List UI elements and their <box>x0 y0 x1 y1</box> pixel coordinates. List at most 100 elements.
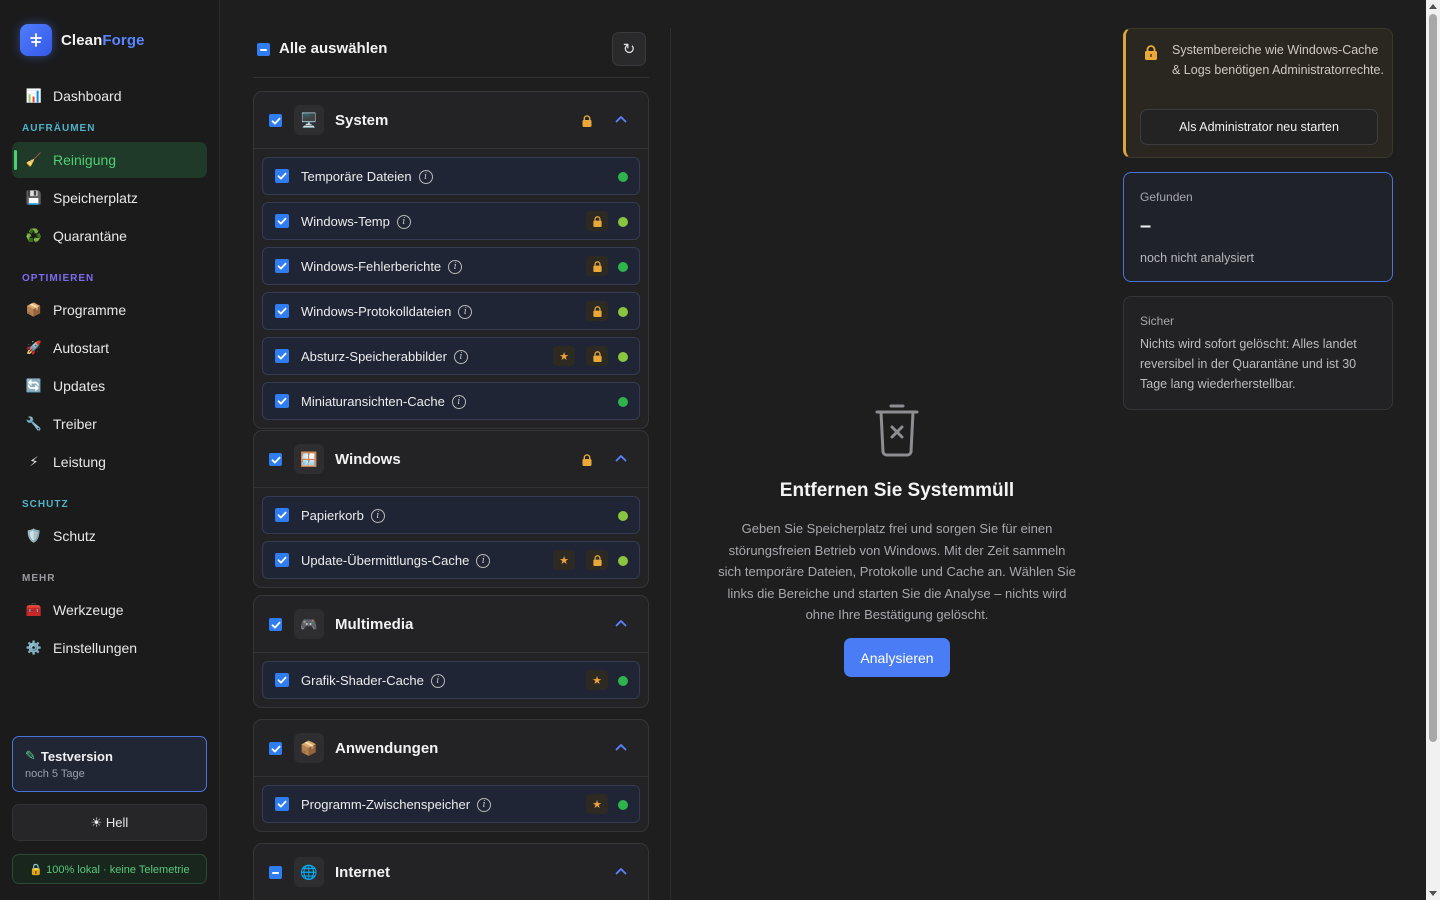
item-checkbox[interactable] <box>275 169 289 183</box>
group-checkbox[interactable] <box>269 866 282 879</box>
cleanup-item[interactable]: Update-Übermittlungs-Cache i ★ <box>262 541 640 579</box>
chevron-up-icon[interactable] <box>614 451 628 465</box>
group-header[interactable]: 🌐 Internet <box>254 844 648 900</box>
sidebar-section-label: OPTIMIEREN <box>22 273 95 284</box>
cleanup-item[interactable]: Absturz-Speicherabbilder i ★ <box>262 337 640 375</box>
info-icon[interactable]: i <box>396 214 411 229</box>
chevron-up-icon[interactable] <box>614 864 628 878</box>
theme-toggle-button[interactable]: ☀ Hell <box>12 804 207 841</box>
sidebar-item-autostart[interactable]: 🚀 Autostart <box>12 330 207 366</box>
info-icon[interactable]: i <box>476 553 491 568</box>
info-icon[interactable]: i <box>448 259 463 274</box>
info-icon[interactable]: i <box>418 169 433 184</box>
item-checkbox[interactable] <box>275 214 289 228</box>
sidebar-item-programme[interactable]: 📦 Programme <box>12 292 207 328</box>
analyze-button[interactable]: Analysieren <box>844 638 950 677</box>
status-dot <box>618 262 628 272</box>
group-header[interactable]: 🎮 Multimedia <box>254 596 648 653</box>
item-label-text: Absturz-Speicherabbilder <box>301 349 447 364</box>
star-icon: ★ <box>553 550 575 570</box>
item-checkbox[interactable] <box>275 349 289 363</box>
select-all-label[interactable]: Alle auswählen <box>279 40 387 57</box>
item-checkbox[interactable] <box>275 797 289 811</box>
floppy-icon: 💾 <box>25 190 43 205</box>
group-header[interactable]: 🪟 Windows <box>254 431 648 488</box>
lock-icon <box>581 115 593 127</box>
rocket-icon: 🚀 <box>25 340 43 355</box>
app-logo-icon <box>20 24 52 56</box>
cleanup-item[interactable]: Windows-Fehlerberichte i <box>262 247 640 285</box>
item-checkbox[interactable] <box>275 508 289 522</box>
item-checkbox[interactable] <box>275 394 289 408</box>
sidebar-item-leistung[interactable]: ⚡ Leistung <box>12 444 207 480</box>
scroll-up-arrow-icon[interactable] <box>1429 4 1437 9</box>
sidebar-item-schutz[interactable]: 🛡️ Schutz <box>12 518 207 554</box>
recycle-icon: ♻️ <box>25 228 43 243</box>
info-icon[interactable]: i <box>477 797 492 812</box>
gamepad-icon: 🎮 <box>294 609 324 639</box>
group-checkbox[interactable] <box>269 114 282 127</box>
scroll-thumb[interactable] <box>1429 14 1437 742</box>
status-dot <box>618 217 628 227</box>
sidebar-item-reinigung[interactable]: 🧹 Reinigung <box>12 142 207 178</box>
group-header[interactable]: 🖥️ System <box>254 92 648 149</box>
item-checkbox[interactable] <box>275 553 289 567</box>
group-checkbox[interactable] <box>269 742 282 755</box>
chevron-up-icon[interactable] <box>614 740 628 754</box>
category-group-windows: 🪟 Windows Papierkorb i Update-Übermittlungs-… <box>253 430 649 588</box>
window-icon: 🪟 <box>294 444 324 474</box>
sidebar-item-dashboard[interactable]: 📊 Dashboard <box>12 78 207 114</box>
item-label: Windows-Fehlerberichte i <box>301 259 463 274</box>
lock-icon <box>586 550 608 570</box>
info-icon[interactable]: i <box>451 394 466 409</box>
cleanup-item[interactable]: Programm-Zwischenspeicher i ★ <box>262 785 640 823</box>
item-checkbox[interactable] <box>275 304 289 318</box>
item-label: Windows-Protokolldateien i <box>301 304 473 319</box>
group-checkbox[interactable] <box>269 618 282 631</box>
sidebar-item-label: Treiber <box>53 416 97 432</box>
group-header[interactable]: 📦 Anwendungen <box>254 720 648 777</box>
item-checkbox[interactable] <box>275 259 289 273</box>
chevron-up-icon[interactable] <box>614 616 628 630</box>
chevron-up-icon[interactable] <box>614 112 628 126</box>
found-label: Gefunden <box>1140 190 1193 204</box>
item-label: Papierkorb i <box>301 508 385 523</box>
status-dot <box>618 800 628 810</box>
cleanup-item[interactable]: Windows-Protokolldateien i <box>262 292 640 330</box>
star-icon: ★ <box>553 346 575 366</box>
info-icon[interactable]: i <box>430 673 445 688</box>
info-icon[interactable]: i <box>453 349 468 364</box>
sidebar-item-werkzeuge[interactable]: 🧰 Werkzeuge <box>12 592 207 628</box>
info-icon[interactable]: i <box>458 304 473 319</box>
sidebar-item-updates[interactable]: 🔄 Updates <box>12 368 207 404</box>
sidebar-item-speicherplatz[interactable]: 💾 Speicherplatz <box>12 180 207 216</box>
column-divider <box>670 28 671 900</box>
sidebar-item-quarantäne[interactable]: ♻️ Quarantäne <box>12 218 207 254</box>
refresh-button[interactable]: ↻ <box>612 32 646 66</box>
pencil-icon: ✎ <box>25 748 36 763</box>
item-checkbox[interactable] <box>275 673 289 687</box>
cleanup-item[interactable]: Grafik-Shader-Cache i ★ <box>262 661 640 699</box>
cleanup-item[interactable]: Windows-Temp i <box>262 202 640 240</box>
admin-rights-card: Systembereiche wie Windows-Cache & Logs … <box>1123 28 1393 158</box>
sidebar-item-einstellungen[interactable]: ⚙️ Einstellungen <box>12 630 207 666</box>
scroll-down-arrow-icon[interactable] <box>1429 891 1437 896</box>
item-label-text: Programm-Zwischenspeicher <box>301 797 471 812</box>
item-label-text: Windows-Fehlerberichte <box>301 259 442 274</box>
info-icon[interactable]: i <box>370 508 385 523</box>
lock-icon <box>586 301 608 321</box>
group-checkbox[interactable] <box>269 453 282 466</box>
scrollbar[interactable] <box>1426 0 1440 900</box>
group-title: Windows <box>335 451 401 468</box>
cleanup-item[interactable]: Papierkorb i <box>262 496 640 534</box>
sidebar-item-label: Quarantäne <box>53 228 127 244</box>
box-icon: 📦 <box>294 733 324 763</box>
select-all-checkbox[interactable] <box>257 43 270 56</box>
privacy-badge: 🔒 100% lokal · keine Telemetrie <box>12 854 207 884</box>
trial-box[interactable]: ✎ Testversion noch 5 Tage <box>12 736 207 792</box>
cleanup-item[interactable]: Temporäre Dateien i <box>262 157 640 195</box>
sidebar-item-treiber[interactable]: 🔧 Treiber <box>12 406 207 442</box>
item-label: Miniaturansichten-Cache i <box>301 394 466 409</box>
cleanup-item[interactable]: Miniaturansichten-Cache i <box>262 382 640 420</box>
restart-as-admin-button[interactable]: Als Administrator neu starten <box>1140 109 1378 145</box>
